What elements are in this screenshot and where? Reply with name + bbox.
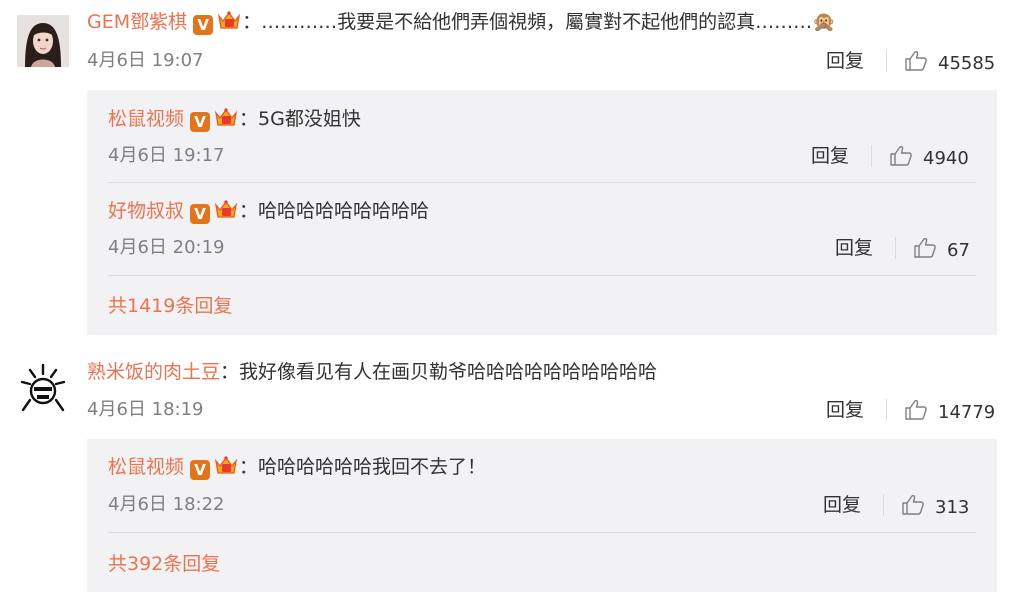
verified-v-icon: V (193, 15, 214, 35)
like-button[interactable]: 14779 (904, 398, 995, 425)
reply-button[interactable]: 回复 (826, 398, 864, 422)
separator: ： (239, 108, 259, 130)
comment-item: GEM鄧紫棋 V ：…………我要是不給他們弄個視頻，屬實對不起他們的認真………🙊 4… (0, 0, 1010, 340)
comment-text: …………我要是不給他們弄個視頻，屬實對不起他們的認真………🙊 (261, 11, 836, 33)
reply-text: 5G都没姐快 (258, 108, 361, 130)
more-replies-link[interactable]: 共1419条回复 (108, 294, 232, 318)
like-icon (890, 145, 912, 166)
verified-v-icon: V (190, 204, 211, 224)
crown-badge-icon (216, 10, 242, 32)
username[interactable]: 松鼠视频 (108, 108, 184, 130)
crown-badge-icon (213, 199, 239, 221)
comment-time: 4月6日 19:07 (87, 50, 204, 71)
verified-v-icon: V (190, 112, 211, 132)
like-icon (905, 50, 927, 71)
avatar[interactable] (17, 362, 69, 414)
like-icon (902, 494, 924, 515)
username[interactable]: GEM鄧紫棋 (87, 11, 187, 33)
comment-item: 熟米饭的肉土豆：我好像看见有人在画贝勒爷哈哈哈哈哈哈哈哈哈哈 4月6日 18:1… (0, 350, 1010, 607)
like-icon (905, 399, 927, 420)
reply-time: 4月6日 18:22 (108, 494, 225, 515)
reply-divider (108, 532, 976, 533)
like-button[interactable]: 4940 (889, 144, 969, 171)
reply-text: 哈哈哈哈哈哈哈哈哈 (258, 200, 430, 222)
reply-button[interactable]: 回复 (811, 144, 849, 168)
crown-badge-icon (213, 455, 239, 477)
separator: ： (239, 200, 259, 222)
divider (886, 50, 887, 72)
separator: ： (220, 361, 240, 383)
like-count: 67 (947, 240, 970, 261)
separator: ： (239, 456, 259, 478)
username[interactable]: 松鼠视频 (108, 456, 184, 478)
divider (886, 399, 887, 421)
like-count: 45585 (938, 53, 996, 74)
avatar[interactable] (17, 15, 69, 67)
comment-text: 我好像看见有人在画贝勒爷哈哈哈哈哈哈哈哈哈哈 (239, 361, 658, 383)
reply-time: 4月6日 20:19 (108, 237, 225, 258)
like-icon (914, 237, 936, 258)
reply-thread: 松鼠视频 V ：哈哈哈哈哈哈我回不去了！ 4月6日 18:22 回复 313 共39… (87, 439, 997, 592)
reply-divider (108, 275, 976, 276)
reply-text: 哈哈哈哈哈哈我回不去了！ (258, 456, 487, 478)
username[interactable]: 好物叔叔 (108, 200, 184, 222)
like-count: 313 (935, 497, 970, 518)
divider (883, 494, 884, 516)
comment-time: 4月6日 18:19 (87, 399, 204, 420)
crown-badge-icon (213, 107, 239, 129)
like-count: 14779 (938, 402, 996, 423)
username[interactable]: 熟米饭的肉土豆 (87, 361, 220, 383)
divider (895, 237, 896, 259)
like-button[interactable]: 45585 (904, 49, 995, 76)
reply-time: 4月6日 19:17 (108, 145, 225, 166)
reply-divider (108, 182, 976, 183)
divider (871, 145, 872, 167)
reply-button[interactable]: 回复 (823, 493, 861, 517)
like-count: 4940 (923, 148, 969, 169)
reply-button[interactable]: 回复 (835, 236, 873, 260)
more-replies-link[interactable]: 共392条回复 (108, 552, 220, 576)
like-button[interactable]: 67 (913, 236, 970, 263)
reply-thread: 松鼠视频 V ：5G都没姐快 4月6日 19:17 回复 4940 好物叔叔 V ：哈哈… (87, 90, 997, 335)
separator: ： (242, 11, 262, 33)
like-button[interactable]: 313 (901, 493, 969, 520)
verified-v-icon: V (190, 460, 211, 480)
reply-button[interactable]: 回复 (826, 49, 864, 73)
